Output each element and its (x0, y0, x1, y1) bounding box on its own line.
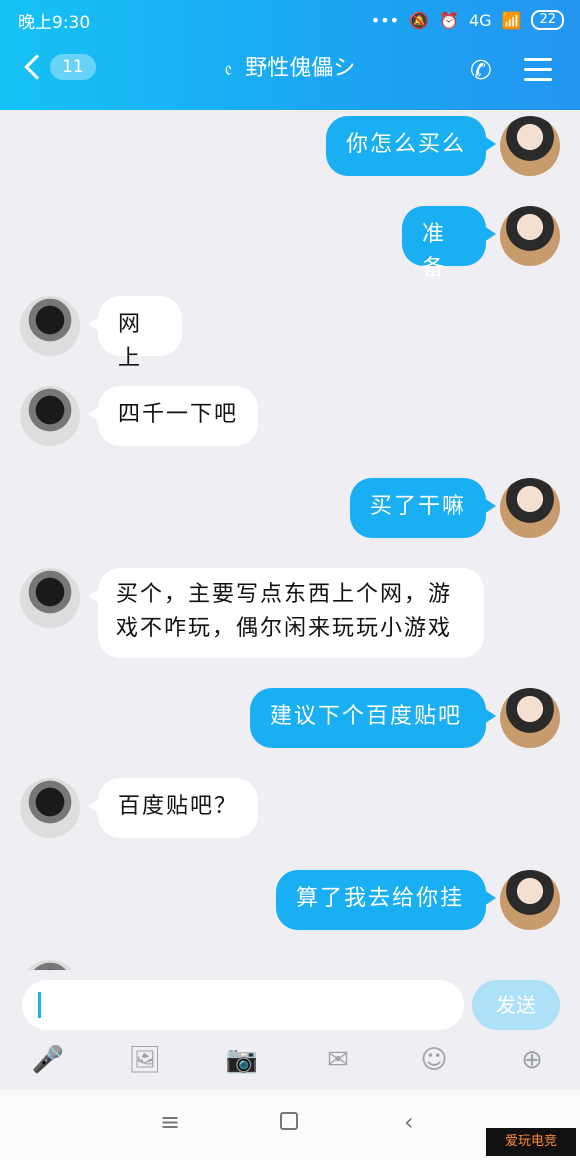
top-bar: 晚上9:30 ••• 🔕 ⏰ 4G 📶 22 11 𝔢 野性傀儡シ ✆ (0, 0, 580, 110)
message-bubble[interactable]: 网上 (88, 296, 182, 371)
emoji-icon[interactable]: ☺ (416, 1042, 452, 1078)
chat-header: 11 𝔢 野性傀儡シ ✆ (0, 44, 580, 100)
contact-avatar[interactable] (20, 568, 80, 628)
status-icons: ••• 🔕 ⏰ 4G 📶 22 (371, 10, 564, 30)
contact-avatar[interactable] (20, 960, 80, 970)
message-bubble[interactable]: 准备 (402, 206, 496, 281)
composer-toolbar: 🎤 🖼 📷 ✉ ☺ ⊕ (0, 1042, 580, 1082)
message-row: 百度贴吧？ (0, 778, 580, 848)
message-bubble[interactable]: 百度贴吧？ (88, 778, 258, 838)
alarm-icon: ⏰ (439, 10, 459, 30)
more-dots-icon: ••• (370, 10, 400, 30)
battery-indicator: 22 (531, 10, 564, 30)
text-cursor (38, 992, 41, 1018)
message-bubble[interactable]: 算了我去给你挂 (276, 870, 496, 930)
phone-icon[interactable]: ✆ (470, 56, 492, 86)
contact-title[interactable]: 𝔢 野性傀儡シ (0, 50, 580, 82)
message-row: 买个，主要写点东西上个网，游戏不咋玩，偶尔闲来玩玩小游戏 (0, 568, 580, 668)
message-bubble[interactable]: 买个，主要写点东西上个网，游戏不咋玩，偶尔闲来玩玩小游戏 (88, 568, 484, 658)
wifi-icon: 📶 (501, 10, 522, 30)
system-navigation-bar: ≡ ‹ 爱玩电竞 (0, 1090, 580, 1160)
message-row: 算了我去给你挂 (0, 870, 580, 940)
plus-icon[interactable]: ⊕ (514, 1042, 550, 1078)
message-row: 买了干嘛 (0, 478, 580, 548)
self-avatar[interactable] (500, 478, 560, 538)
menu-line (524, 78, 552, 81)
message-bubble[interactable]: 买了干嘛 (350, 478, 496, 538)
self-avatar[interactable] (500, 870, 560, 930)
self-avatar[interactable] (500, 688, 560, 748)
message-bubble[interactable]: 你怎么买么 (326, 116, 496, 176)
contact-avatar[interactable] (20, 778, 80, 838)
status-bar: 晚上9:30 ••• 🔕 ⏰ 4G 📶 22 (18, 6, 564, 34)
self-avatar[interactable] (500, 206, 560, 266)
send-button[interactable]: 发送 (472, 980, 560, 1030)
menu-icon[interactable] (524, 58, 552, 88)
message-bubble[interactable]: 建议下个百度贴吧 (250, 688, 496, 748)
message-bubble[interactable]: 四千一下吧 (88, 386, 258, 446)
message-row: 你怎么买么 (0, 116, 580, 186)
message-row (0, 960, 580, 970)
watermark-logo: 爱玩电竞 (486, 1128, 576, 1156)
message-input[interactable] (22, 980, 464, 1030)
camera-icon[interactable]: 📷 (224, 1042, 260, 1078)
home-square-icon (280, 1112, 298, 1130)
home-key[interactable] (280, 1108, 298, 1136)
contact-name: 野性傀儡シ (245, 56, 356, 81)
red-packet-icon[interactable]: ✉ (320, 1042, 356, 1078)
signal-label: 4G (468, 10, 492, 30)
message-row: 网上 (0, 296, 580, 371)
mute-icon: 🔕 (409, 10, 430, 30)
chat-messages[interactable]: 你怎么买么 准备 网上 四千一下吧 买了干嘛 买个，主要写点东西上个网，游戏不咋… (0, 110, 580, 970)
back-key[interactable]: ‹ (404, 1108, 414, 1136)
message-row: 建议下个百度贴吧 (0, 688, 580, 758)
ear-icon: 𝔢 (224, 56, 233, 80)
message-row: 四千一下吧 (0, 386, 580, 456)
message-row: 准备 (0, 206, 580, 281)
contact-avatar[interactable] (20, 386, 80, 446)
menu-line (524, 68, 552, 71)
self-avatar[interactable] (500, 116, 560, 176)
composer-bar: 发送 🎤 🖼 📷 ✉ ☺ ⊕ (0, 970, 580, 1090)
microphone-icon[interactable]: 🎤 (30, 1042, 66, 1078)
menu-line (524, 58, 552, 61)
status-time: 晚上9:30 (18, 12, 91, 33)
menu-key[interactable]: ≡ (160, 1108, 180, 1136)
image-icon[interactable]: 🖼 (127, 1042, 163, 1078)
contact-avatar[interactable] (20, 296, 80, 356)
